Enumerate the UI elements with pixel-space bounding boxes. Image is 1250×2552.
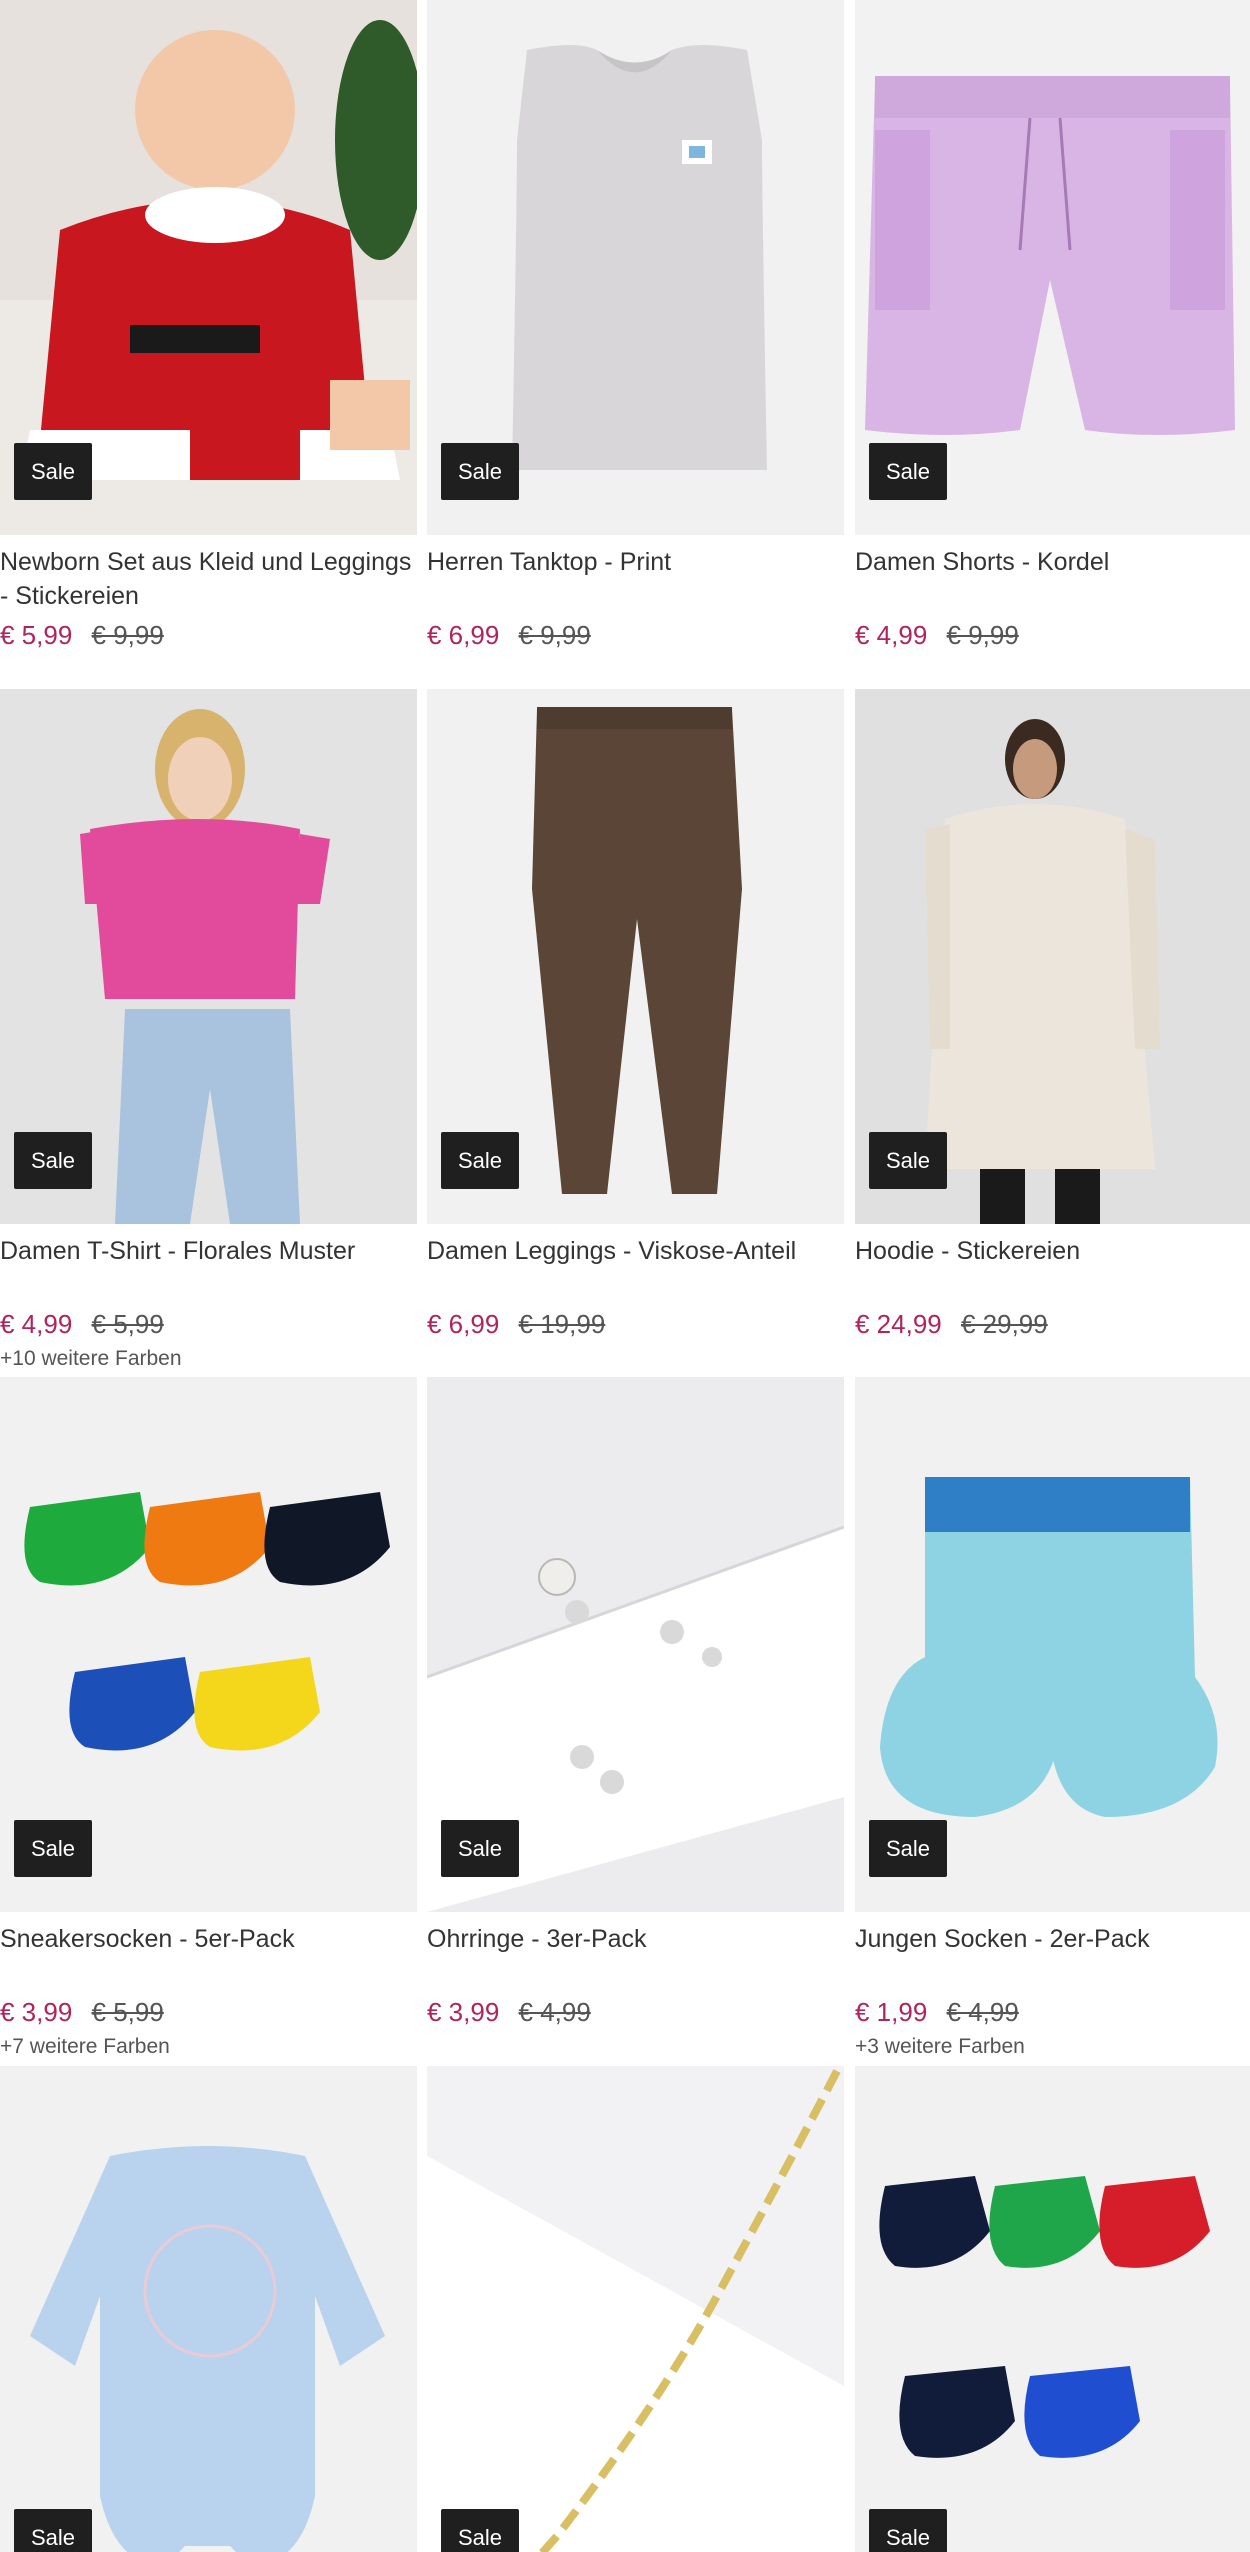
sale-badge: Sale [441, 443, 519, 500]
product-title[interactable]: Damen Leggings - Viskose-Anteil [427, 1234, 844, 1302]
product-image-hoodie[interactable]: Sale [855, 689, 1250, 1224]
more-colors-link[interactable]: +3 weitere Farben [855, 2032, 1250, 2062]
product-prices: € 1,99 € 4,99 [855, 1994, 1250, 2030]
sale-badge: Sale [869, 443, 947, 500]
sale-price: € 1,99 [855, 1997, 928, 2027]
product-prices: € 5,99 € 9,99 [0, 617, 417, 653]
sale-badge: Sale [14, 443, 92, 500]
product-card[interactable]: Sale Hoodie - Stickereien € 24,99 € 29,9… [855, 689, 1250, 1342]
product-image-newborn-set[interactable]: Sale [0, 0, 417, 535]
sale-badge: Sale [14, 2509, 92, 2552]
product-prices: € 24,99 € 29,99 [855, 1306, 1250, 1342]
product-image-kids-socks[interactable]: Sale [855, 2066, 1250, 2552]
original-price: € 9,99 [946, 620, 1019, 650]
original-price: € 9,99 [91, 620, 164, 650]
product-title[interactable]: Damen T-Shirt - Florales Muster [0, 1234, 417, 1302]
product-title[interactable]: Ohrringe - 3er-Pack [427, 1922, 844, 1990]
product-image-necklace[interactable]: Sale [427, 2066, 844, 2552]
product-prices: € 6,99 € 19,99 [427, 1306, 844, 1342]
product-image-tanktop[interactable]: Sale [427, 0, 844, 535]
product-image-tshirt[interactable]: Sale [0, 689, 417, 1224]
original-price: € 4,99 [518, 1997, 591, 2027]
sale-price: € 4,99 [855, 620, 928, 650]
sale-badge: Sale [441, 1132, 519, 1189]
sale-price: € 3,99 [0, 1997, 73, 2027]
product-prices: € 3,99 € 4,99 [427, 1994, 844, 2030]
sale-badge: Sale [14, 1820, 92, 1877]
sale-badge: Sale [869, 1820, 947, 1877]
product-prices: € 4,99 € 9,99 [855, 617, 1250, 653]
product-card[interactable]: Sale Herren Tanktop - Print € 6,99 € 9,9… [427, 0, 844, 653]
product-card[interactable]: Sale Damen T-Shirt - Florales Muster € 4… [0, 689, 417, 1374]
product-image-earrings[interactable]: Sale [427, 1377, 844, 1912]
original-price: € 19,99 [518, 1309, 606, 1339]
original-price: € 29,99 [960, 1309, 1048, 1339]
product-image-boys-socks[interactable]: Sale [855, 1377, 1250, 1912]
product-image-leggings[interactable]: Sale [427, 689, 844, 1224]
product-title[interactable]: Sneakersocken - 5er-Pack [0, 1922, 417, 1990]
product-prices: € 6,99 € 9,99 [427, 617, 844, 653]
more-colors-link[interactable]: +10 weitere Farben [0, 1344, 417, 1374]
more-colors-link[interactable]: +7 weitere Farben [0, 2032, 417, 2062]
sale-price: € 24,99 [855, 1309, 942, 1339]
original-price: € 5,99 [91, 1997, 164, 2027]
product-card[interactable]: Sale Damen Shorts - Kordel € 4,99 € 9,99 [855, 0, 1250, 653]
sale-price: € 6,99 [427, 620, 500, 650]
sale-price: € 4,99 [0, 1309, 73, 1339]
product-prices: € 4,99 € 5,99 [0, 1306, 417, 1342]
product-card[interactable]: Sale Damen Leggings - Viskose-Anteil € 6… [427, 689, 844, 1342]
original-price: € 4,99 [946, 1997, 1019, 2027]
product-card[interactable]: Sale Jungen Socken - 2er-Pack € 1,99 € 4… [855, 1377, 1250, 2062]
product-prices: € 3,99 € 5,99 [0, 1994, 417, 2030]
sale-badge: Sale [14, 1132, 92, 1189]
sale-price: € 6,99 [427, 1309, 500, 1339]
product-card[interactable]: Sale Sneakersocken - 5er-Pack € 3,99 € 5… [0, 1377, 417, 2062]
sale-badge: Sale [869, 2509, 947, 2552]
product-title[interactable]: Jungen Socken - 2er-Pack [855, 1922, 1250, 1990]
sale-price: € 5,99 [0, 620, 73, 650]
product-card[interactable]: Sale [855, 2066, 1250, 2552]
product-image-sneakersocks[interactable]: Sale [0, 1377, 417, 1912]
product-card[interactable]: Sale Newborn Set aus Kleid und Leggings … [0, 0, 417, 653]
sale-badge: Sale [869, 1132, 947, 1189]
product-card[interactable]: Sale Ohrringe - 3er-Pack € 3,99 € 4,99 [427, 1377, 844, 2030]
product-image-baby-bodysuit[interactable]: Sale [0, 2066, 417, 2552]
product-title[interactable]: Damen Shorts - Kordel [855, 545, 1250, 613]
sale-badge: Sale [441, 1820, 519, 1877]
original-price: € 9,99 [518, 620, 591, 650]
original-price: € 5,99 [91, 1309, 164, 1339]
product-title[interactable]: Hoodie - Stickereien [855, 1234, 1250, 1302]
sale-price: € 3,99 [427, 1997, 500, 2027]
sale-badge: Sale [441, 2509, 519, 2552]
product-title[interactable]: Newborn Set aus Kleid und Leggings - Sti… [0, 545, 417, 613]
product-card[interactable]: Sale [0, 2066, 417, 2552]
product-image-shorts[interactable]: Sale [855, 0, 1250, 535]
product-title[interactable]: Herren Tanktop - Print [427, 545, 844, 613]
product-card[interactable]: Sale [427, 2066, 844, 2552]
